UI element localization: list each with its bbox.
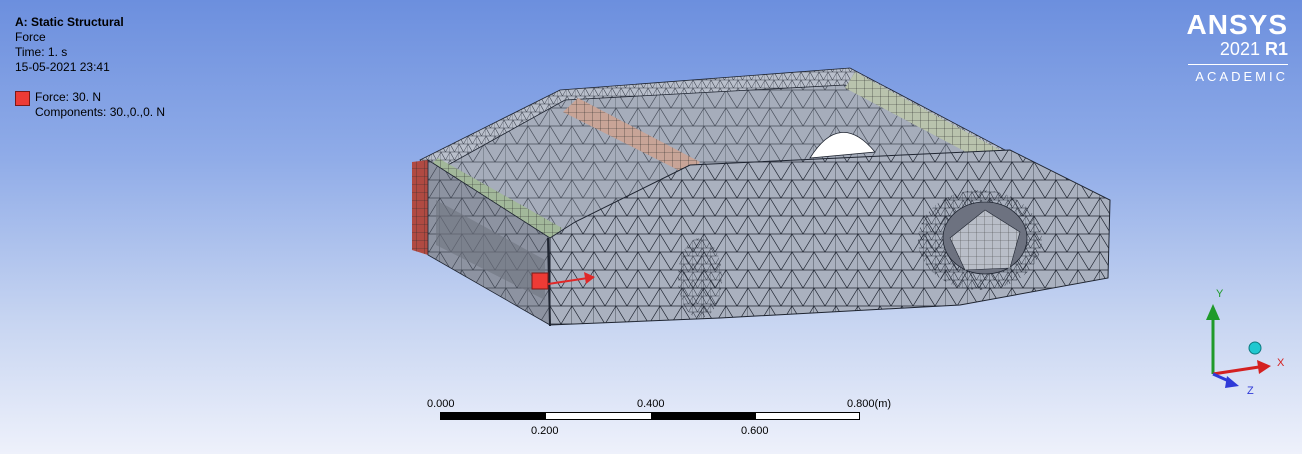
graphics-viewport[interactable]: A: Static Structural Force Time: 1. s 15…: [0, 0, 1302, 454]
x-axis-label: X: [1277, 357, 1285, 369]
isometric-view-icon[interactable]: [1248, 341, 1262, 355]
scale-label-0-6: 0.600: [741, 425, 769, 437]
y-axis-arrow: [1206, 304, 1220, 320]
mesh-model[interactable]: [0, 0, 1302, 454]
x-axis-line: [1212, 365, 1260, 376]
scale-bar-track: [440, 412, 860, 420]
y-axis-label: Y: [1216, 288, 1224, 300]
z-axis-label: Z: [1247, 385, 1254, 397]
scale-label-0-4: 0.400: [637, 398, 665, 410]
scale-label-0-8: 0.800(m): [847, 398, 892, 410]
x-axis-arrow: [1257, 360, 1271, 374]
scale-label-0: 0.000: [427, 398, 455, 410]
axis-triad[interactable]: Y X Z: [1195, 282, 1295, 402]
force-marker[interactable]: [531, 272, 549, 290]
z-axis-arrow: [1225, 376, 1239, 388]
scale-label-0-2: 0.200: [531, 425, 559, 437]
